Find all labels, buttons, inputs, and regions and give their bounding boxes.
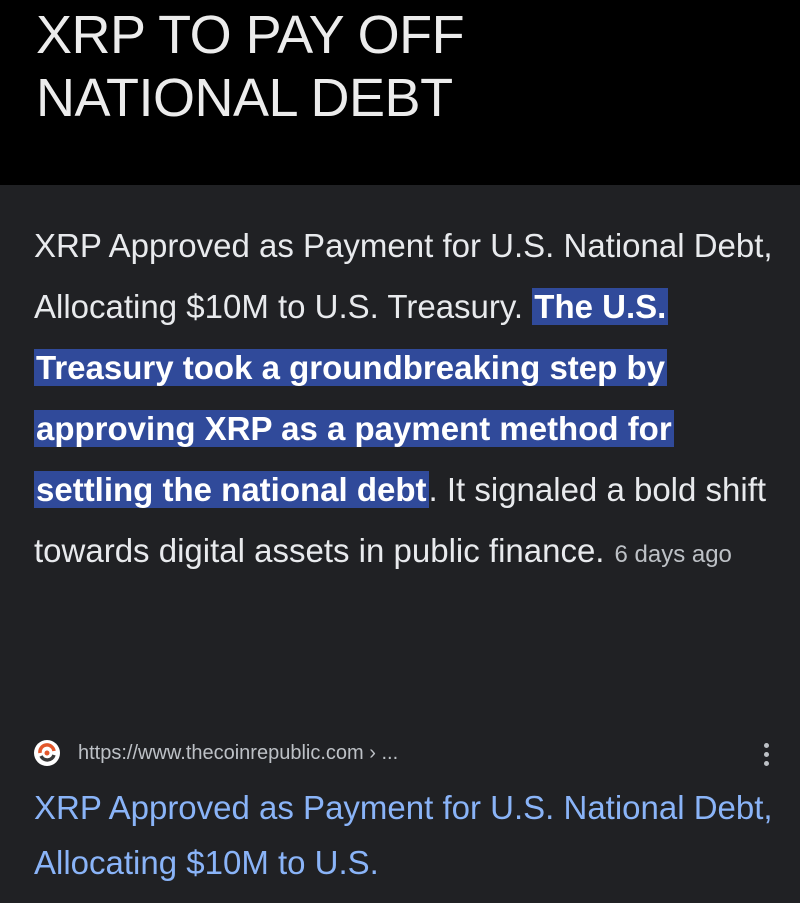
header-title-line-2: NATIONAL DEBT [36,68,453,128]
featured-snippet: XRP Approved as Payment for U.S. Nationa… [34,215,774,585]
header-title-line-1: XRP TO PAY OFF [36,5,465,65]
coinrepublic-logo-icon [34,740,60,766]
more-vert-icon[interactable] [759,740,773,768]
snippet-date: 6 days ago [614,541,732,568]
header-title: XRP TO PAY OFF NATIONAL DEBT [36,4,776,130]
meme-header: XRP TO PAY OFF NATIONAL DEBT [0,0,800,185]
source-url[interactable]: https://www.thecoinrepublic.com › ... [78,741,398,765]
result-title-link[interactable]: XRP Approved as Payment for U.S. Nationa… [34,780,774,890]
source-row[interactable]: https://www.thecoinrepublic.com › ... [34,738,774,768]
